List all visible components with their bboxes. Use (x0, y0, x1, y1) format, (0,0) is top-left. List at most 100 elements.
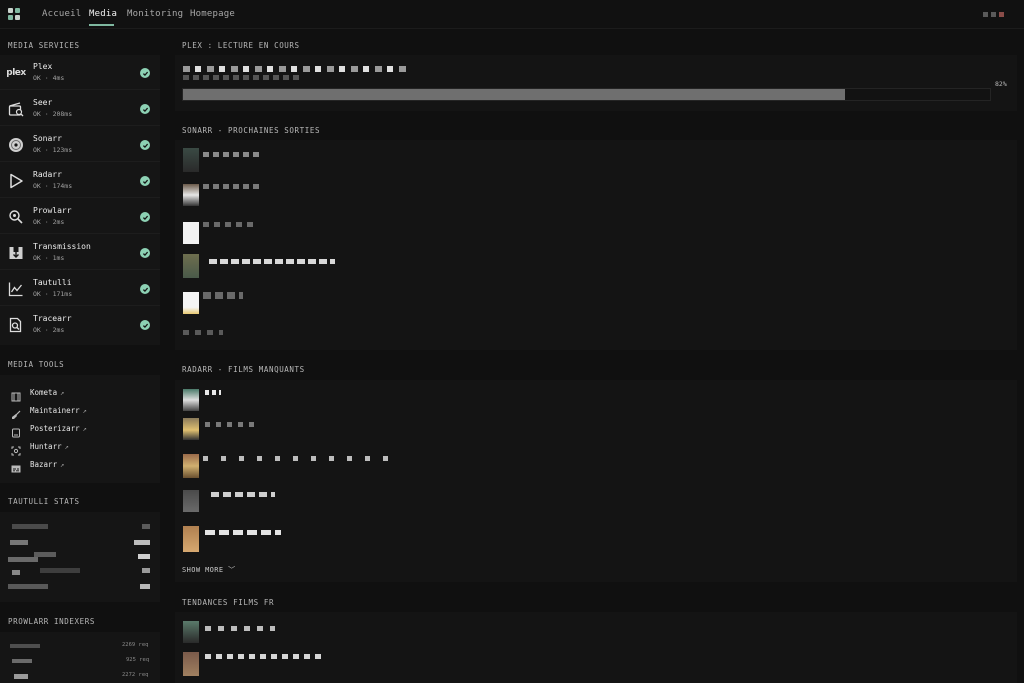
external-link-icon: ↗ (60, 389, 65, 397)
tool-bazarr[interactable]: Bazarr ↗ (0, 455, 160, 473)
poster-thumbnail[interactable] (183, 389, 199, 411)
frame-icon (11, 423, 21, 438)
redacted-text (205, 530, 281, 535)
show-more-button[interactable]: SHOW MORE ﹀ (182, 565, 236, 575)
clapperboard-search-icon (8, 101, 24, 117)
download-box-icon (8, 245, 24, 261)
external-link-icon: ↗ (82, 425, 87, 433)
service-status: OK · 123ms (33, 146, 73, 154)
indexer-requests: 2272 req (122, 672, 149, 678)
plex-logo-icon: plex (6, 68, 26, 78)
poster-thumbnail[interactable] (183, 292, 199, 314)
service-status: OK · 174ms (33, 182, 73, 190)
tool-posterizarr[interactable]: Posterizarr ↗ (0, 419, 160, 438)
tautulli-stats-panel (0, 512, 160, 602)
poster-thumbnail[interactable] (183, 222, 199, 244)
app-logo-icon[interactable] (8, 8, 20, 20)
service-name: Radarr (33, 170, 62, 179)
service-status: OK · 1ms (33, 254, 65, 262)
chart-line-icon (8, 281, 24, 297)
plex-now-playing-title: PLEX : LECTURE EN COURS (182, 41, 300, 50)
poster-thumbnail[interactable] (183, 254, 199, 278)
check-icon (140, 212, 150, 222)
media-tools-title: MEDIA TOOLS (8, 360, 65, 369)
check-icon (140, 320, 150, 330)
redacted-text (211, 492, 275, 497)
service-sonarr[interactable]: Sonarr OK · 123ms (0, 127, 160, 162)
tool-name: Maintainerr (30, 406, 80, 415)
redacted-text (205, 390, 221, 395)
plex-progress-bar (182, 88, 991, 101)
service-status: OK · 171ms (33, 290, 73, 298)
plex-progress-fill (183, 89, 845, 100)
redacted-text (14, 674, 28, 679)
poster-thumbnail[interactable] (183, 490, 199, 512)
service-tracearr[interactable]: Tracearr OK · 2ms (0, 307, 160, 342)
redacted-text (8, 584, 48, 589)
redacted-text (205, 626, 275, 631)
check-icon (140, 140, 150, 150)
indexer-requests: 2269 req (122, 642, 149, 648)
plex-progress-percent: 82% (995, 80, 1007, 88)
tab-homepage[interactable]: Homepage (190, 9, 235, 19)
external-link-icon: ↗ (60, 461, 65, 469)
poster-thumbnail[interactable] (183, 526, 199, 552)
tool-name: Kometa (30, 388, 58, 397)
film-icon (11, 387, 21, 402)
service-prowlarr[interactable]: Prowlarr OK · 2ms (0, 199, 160, 234)
redacted-text (205, 654, 325, 659)
service-name: Seer (33, 98, 53, 107)
tab-accueil[interactable]: Accueil (42, 9, 81, 19)
poster-thumbnail[interactable] (183, 148, 199, 172)
file-search-icon (8, 317, 24, 333)
service-status: OK · 4ms (33, 74, 65, 82)
prowlarr-indexers-title: PROWLARR INDEXERS (8, 617, 95, 626)
tab-media[interactable]: Media (89, 9, 117, 19)
redacted-text (142, 568, 150, 573)
check-icon (140, 68, 150, 78)
service-tautulli[interactable]: Tautulli OK · 171ms (0, 271, 160, 306)
poster-thumbnail[interactable] (183, 184, 199, 206)
redacted-text (138, 554, 150, 559)
redacted-text (8, 557, 38, 562)
redacted-text (40, 568, 80, 573)
service-transmission[interactable]: Transmission OK · 1ms (0, 235, 160, 270)
radarr-missing-title: RADARR - FILMS MANQUANTS (182, 365, 305, 374)
redacted-text (10, 644, 40, 648)
service-seer[interactable]: Seer OK · 208ms (0, 91, 160, 126)
tab-monitoring[interactable]: Monitoring (127, 9, 183, 19)
active-tab-indicator (89, 24, 114, 26)
service-plex[interactable]: plex Plex OK · 4ms (0, 55, 160, 90)
check-icon (140, 248, 150, 258)
redacted-subtitle (183, 75, 303, 80)
tautulli-stats-title: TAUTULLI STATS (8, 497, 80, 506)
check-icon (140, 176, 150, 186)
redacted-text (203, 152, 263, 157)
search-icon (8, 209, 24, 225)
tool-kometa[interactable]: Kometa ↗ (0, 383, 160, 402)
poster-thumbnail[interactable] (183, 621, 199, 643)
broom-icon (11, 405, 21, 419)
redacted-text (203, 184, 263, 189)
service-radarr[interactable]: Radarr OK · 174ms (0, 163, 160, 198)
external-link-icon: ↗ (82, 407, 87, 415)
service-status: OK · 2ms (33, 218, 65, 226)
disc-icon (8, 137, 24, 153)
redacted-text (12, 524, 48, 529)
external-link-icon: ↗ (64, 443, 69, 451)
redacted-text (183, 330, 223, 335)
tool-maintainerr[interactable]: Maintainerr ↗ (0, 401, 160, 419)
tool-name: Huntarr (30, 442, 62, 451)
check-icon (140, 104, 150, 114)
window-controls-icon[interactable] (983, 12, 1004, 17)
prowlarr-indexers-panel: 2269 req 925 req 2272 req (0, 632, 160, 683)
poster-thumbnail[interactable] (183, 454, 199, 478)
sonarr-upcoming-title: SONARR - PROCHAINES SORTIES (182, 126, 321, 135)
service-name: Sonarr (33, 134, 62, 143)
poster-thumbnail[interactable] (183, 418, 199, 440)
poster-thumbnail[interactable] (183, 652, 199, 676)
indexer-requests: 925 req (126, 657, 150, 663)
service-name: Tautulli (33, 278, 72, 287)
redacted-text (203, 292, 243, 299)
tool-huntarr[interactable]: Huntarr ↗ (0, 437, 160, 456)
